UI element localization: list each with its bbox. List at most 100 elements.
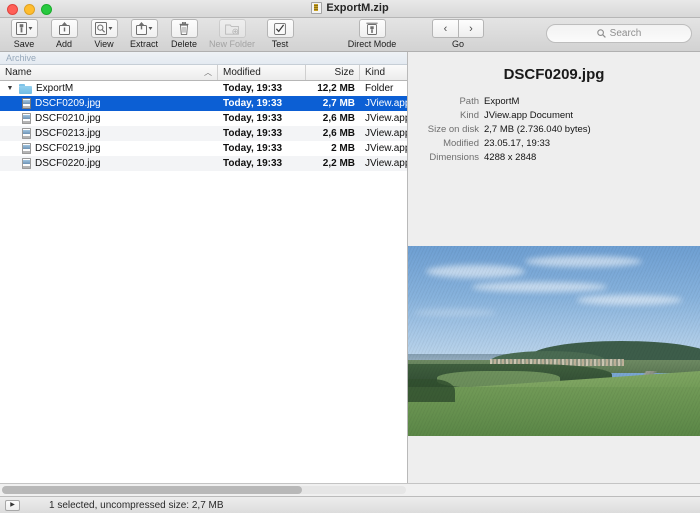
column-header-row: Name ︿ Modified Size Kind — [0, 65, 407, 81]
column-header-kind-label: Kind — [365, 67, 385, 78]
toolbar-add-label: Add — [56, 39, 72, 49]
toolbar-new-folder-button[interactable]: New Folder — [204, 18, 260, 49]
cell-modified: Today, 19:33 — [218, 98, 306, 109]
cell-size: 2,6 MB — [306, 128, 360, 139]
toolbar-save-button[interactable]: ▾ Save — [4, 18, 44, 49]
image-doc-icon — [22, 128, 31, 139]
info-value: ExportM — [484, 96, 519, 108]
breadcrumb-label: Archive — [6, 53, 36, 63]
file-info-block: DSCF0209.jpg PathExportMKindJView.app Do… — [408, 52, 700, 174]
column-header-modified[interactable]: Modified — [218, 65, 306, 80]
table-row[interactable]: DSCF0210.jpgToday, 19:332,6 MBJView.app … — [0, 111, 407, 126]
table-row[interactable]: DSCF0220.jpgToday, 19:332,2 MBJView.app … — [0, 156, 407, 171]
image-doc-icon — [22, 158, 31, 169]
table-row[interactable]: DSCF0213.jpgToday, 19:332,6 MBJView.app … — [0, 126, 407, 141]
search-placeholder: Search — [610, 28, 642, 39]
info-row: PathExportM — [408, 96, 700, 108]
cell-name: DSCF0209.jpg — [0, 98, 218, 109]
column-header-modified-label: Modified — [223, 67, 261, 78]
status-text: 1 selected, uncompressed size: 2,7 MB — [49, 500, 224, 511]
search-input[interactable]: Search — [546, 24, 692, 43]
info-key: Kind — [408, 110, 484, 122]
info-value: 4288 x 2848 — [484, 152, 536, 164]
info-row: Dimensions4288 x 2848 — [408, 152, 700, 164]
column-header-name[interactable]: Name ︿ — [0, 65, 218, 80]
breadcrumb[interactable]: Archive — [0, 52, 407, 65]
horizontal-scrollbar[interactable] — [0, 483, 700, 496]
cell-modified: Today, 19:33 — [218, 113, 306, 124]
zip-archive-icon — [311, 2, 322, 14]
cell-kind: JView.app D — [360, 113, 407, 124]
file-browser-pane: Archive Name ︿ Modified Size Kind ▼Expor… — [0, 52, 408, 483]
scrollbar-thumb[interactable] — [2, 486, 302, 494]
info-file-title: DSCF0209.jpg — [408, 66, 700, 83]
cell-kind: Folder — [360, 83, 407, 94]
toolbar-view-button[interactable]: ▾ View — [84, 18, 124, 49]
extract-icon — [136, 22, 147, 35]
toolbar-new-folder-label: New Folder — [209, 39, 255, 49]
folder-icon — [19, 84, 32, 94]
archive-window: ExportM.zip ▾ Save — [0, 0, 700, 513]
info-row: Size on disk2,7 MB (2.736.040 bytes) — [408, 124, 700, 136]
toolbar-extract-button[interactable]: ▾ Extract — [124, 18, 164, 49]
disclosure-triangle-open-icon[interactable]: ▼ — [5, 85, 15, 92]
column-header-size[interactable]: Size — [306, 65, 360, 80]
toolbar-test-label: Test — [272, 39, 289, 49]
chevron-down-icon: ▾ — [149, 26, 153, 32]
go-back-button[interactable]: ‹ — [432, 19, 458, 38]
title-bar: ExportM.zip — [0, 0, 700, 18]
cell-modified: Today, 19:33 — [218, 158, 306, 169]
toolbar-go-control: ‹ › Go — [430, 18, 486, 49]
cell-name: DSCF0220.jpg — [0, 158, 218, 169]
trash-icon — [179, 22, 189, 35]
status-bar: ▶ 1 selected, uncompressed size: 2,7 MB — [0, 496, 700, 513]
info-key: Modified — [408, 138, 484, 150]
table-row[interactable]: DSCF0209.jpg Today, 19:332,7 MBJView.app … — [0, 96, 407, 111]
column-header-size-label: Size — [335, 67, 354, 78]
add-to-archive-icon — [59, 22, 70, 35]
save-archive-icon — [16, 22, 27, 35]
cell-modified: Today, 19:33 — [218, 128, 306, 139]
image-preview[interactable] — [408, 246, 700, 436]
file-name-label: DSCF0213.jpg — [35, 128, 101, 139]
toolbar-delete-button[interactable]: Delete — [164, 18, 204, 49]
table-row[interactable]: ▼ExportMToday, 19:3312,2 MBFolder — [0, 81, 407, 96]
info-row: Modified23.05.17, 19:33 — [408, 138, 700, 150]
table-row[interactable]: DSCF0219.jpgToday, 19:332 MBJView.app D — [0, 141, 407, 156]
cell-name: DSCF0219.jpg — [0, 143, 218, 154]
info-value: 2,7 MB (2.736.040 bytes) — [484, 124, 591, 136]
image-doc-icon — [22, 113, 31, 124]
toolbar-extract-label: Extract — [130, 39, 158, 49]
chevron-down-icon: ▾ — [109, 26, 113, 32]
info-value: 23.05.17, 19:33 — [484, 138, 550, 150]
cell-size: 12,2 MB — [306, 83, 360, 94]
sidebar-toggle-icon[interactable]: ▶ — [5, 500, 20, 511]
info-key: Dimensions — [408, 152, 484, 164]
preview-area — [408, 174, 700, 483]
sort-ascending-icon: ︿ — [204, 67, 212, 78]
info-preview-pane: DSCF0209.jpg PathExportMKindJView.app Do… — [408, 52, 700, 483]
toolbar-test-button[interactable]: Test — [260, 18, 300, 49]
window-body: Archive Name ︿ Modified Size Kind ▼Expor… — [0, 52, 700, 483]
image-doc-icon — [22, 143, 31, 154]
info-field-list: PathExportMKindJView.app DocumentSize on… — [408, 96, 700, 164]
info-key: Size on disk — [408, 124, 484, 136]
cell-size: 2,7 MB — [306, 98, 360, 109]
test-checkmark-icon — [274, 23, 286, 35]
image-doc-icon — [22, 98, 31, 109]
toolbar-add-button[interactable]: Add — [44, 18, 84, 49]
column-header-kind[interactable]: Kind — [360, 65, 407, 80]
toolbar-direct-mode-button[interactable]: Direct Mode — [336, 18, 408, 49]
cell-kind: JView.app D — [360, 98, 407, 109]
go-forward-button[interactable]: › — [458, 19, 484, 38]
cell-name: DSCF0213.jpg — [0, 128, 218, 139]
cell-kind: JView.app D — [360, 143, 407, 154]
scrollbar-track[interactable] — [2, 486, 406, 494]
file-name-label: DSCF0209.jpg — [35, 98, 101, 109]
cell-modified: Today, 19:33 — [218, 83, 306, 94]
cell-size: 2,2 MB — [306, 158, 360, 169]
search-field-wrapper: Search — [546, 24, 692, 43]
file-list[interactable]: ▼ExportMToday, 19:3312,2 MBFolderDSCF020… — [0, 81, 407, 483]
window-title-group: ExportM.zip — [0, 2, 700, 14]
toolbar-go-label: Go — [452, 39, 464, 49]
